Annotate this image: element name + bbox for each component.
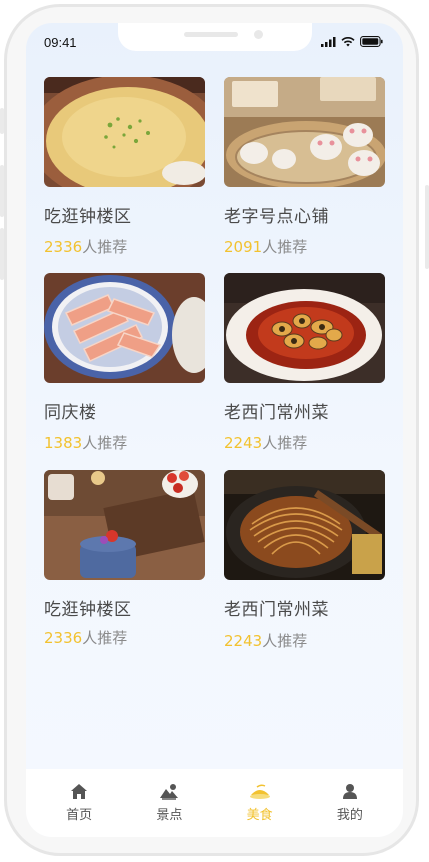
card-title: 老西门常州菜 bbox=[224, 600, 329, 620]
tab-food[interactable]: 美食 bbox=[220, 783, 300, 823]
side-button bbox=[0, 108, 4, 134]
recommend-suffix: 人推荐 bbox=[262, 238, 308, 256]
card-title: 同庆楼 bbox=[44, 403, 97, 423]
food-card[interactable]: 老西门常州菜 2243人推荐 bbox=[224, 273, 385, 453]
food-card[interactable]: 吃逛钟楼区 2336人推荐 bbox=[44, 470, 205, 648]
desserts-tray-photo[interactable] bbox=[44, 470, 205, 580]
app-screen: 09:41 吃逛钟楼区 2336人推荐 老字号点心铺 2091人推荐 同庆楼 1… bbox=[26, 23, 403, 837]
side-button bbox=[0, 165, 4, 217]
food-card[interactable]: 吃逛钟楼区 2336人推荐 bbox=[44, 77, 205, 257]
signal-icon bbox=[321, 36, 336, 47]
user-icon bbox=[342, 784, 357, 799]
tab-mine[interactable]: 我的 bbox=[310, 783, 390, 823]
recommend-suffix: 人推荐 bbox=[82, 238, 128, 256]
noodles-pan-photo[interactable] bbox=[224, 470, 385, 580]
notch bbox=[118, 23, 312, 51]
congee-bowl-photo[interactable] bbox=[44, 77, 205, 187]
home-icon bbox=[71, 784, 88, 799]
braised-dish-photo[interactable] bbox=[224, 273, 385, 383]
tab-label: 景点 bbox=[156, 808, 183, 823]
card-title: 老字号点心铺 bbox=[224, 207, 329, 227]
recommend-suffix: 人推荐 bbox=[262, 434, 308, 452]
battery-icon bbox=[360, 36, 383, 47]
card-recommend: 2336人推荐 bbox=[44, 627, 205, 648]
recommend-suffix: 人推荐 bbox=[82, 434, 128, 452]
card-recommend: 2336人推荐 bbox=[44, 236, 205, 257]
sliced-meat-plate-photo[interactable] bbox=[44, 273, 205, 383]
recommend-count: 1383 bbox=[44, 434, 83, 452]
tab-scenery[interactable]: 景点 bbox=[129, 783, 209, 823]
recommend-count: 2243 bbox=[224, 434, 263, 452]
food-icon bbox=[249, 784, 270, 799]
recommend-count: 2243 bbox=[224, 632, 263, 650]
food-card[interactable]: 老西门常州菜 2243人推荐 bbox=[224, 470, 385, 651]
food-card[interactable]: 老字号点心铺 2091人推荐 bbox=[224, 77, 385, 257]
food-card[interactable]: 同庆楼 1383人推荐 bbox=[44, 273, 205, 453]
side-button bbox=[425, 185, 429, 269]
recommend-count: 2336 bbox=[44, 238, 83, 256]
card-title: 吃逛钟楼区 bbox=[44, 207, 132, 227]
recommend-count: 2091 bbox=[224, 238, 263, 256]
recommend-suffix: 人推荐 bbox=[82, 629, 128, 647]
scenery-icon bbox=[160, 784, 179, 800]
recommend-suffix: 人推荐 bbox=[262, 632, 308, 650]
wifi-icon bbox=[341, 36, 355, 46]
tab-home[interactable]: 首页 bbox=[39, 783, 119, 823]
card-recommend: 2243人推荐 bbox=[224, 432, 385, 453]
bottom-tab-bar: 首页 景点 美食 我的 bbox=[26, 769, 403, 837]
steamed-buns-photo[interactable] bbox=[224, 77, 385, 187]
tab-label: 首页 bbox=[66, 808, 93, 823]
card-title: 吃逛钟楼区 bbox=[44, 600, 132, 620]
tab-label: 美食 bbox=[246, 808, 273, 823]
card-recommend: 2243人推荐 bbox=[224, 630, 385, 651]
recommend-count: 2336 bbox=[44, 629, 83, 647]
status-time: 09:41 bbox=[44, 35, 77, 50]
card-recommend: 1383人推荐 bbox=[44, 432, 205, 453]
status-icons bbox=[321, 36, 383, 47]
card-title: 老西门常州菜 bbox=[224, 403, 329, 423]
camera bbox=[254, 30, 263, 39]
speaker bbox=[184, 32, 238, 37]
tab-label: 我的 bbox=[336, 808, 363, 823]
side-button bbox=[0, 228, 4, 280]
card-recommend: 2091人推荐 bbox=[224, 236, 385, 257]
